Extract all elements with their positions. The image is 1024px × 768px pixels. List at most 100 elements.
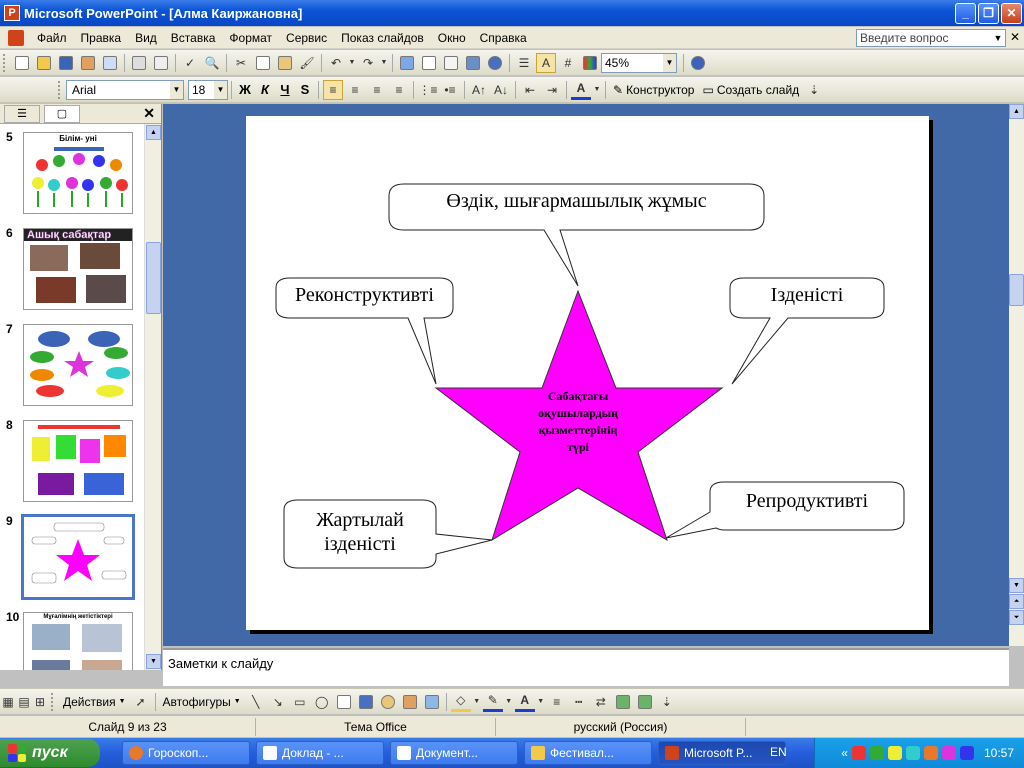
tab-outline[interactable]: ☰ — [4, 104, 40, 123]
chevron-down-icon[interactable]: ▼ — [991, 30, 1005, 46]
3d-style-icon[interactable] — [635, 692, 655, 712]
cut-icon[interactable]: ✂ — [231, 53, 251, 73]
redo-icon[interactable]: ↷ — [358, 53, 378, 73]
font-color-icon[interactable]: A — [514, 692, 535, 712]
redo-dropdown-icon[interactable]: ▼ — [380, 53, 388, 73]
bold-button[interactable]: Ж — [235, 82, 255, 97]
save-icon[interactable] — [56, 53, 76, 73]
next-slide-icon[interactable]: ⏷ — [1009, 610, 1024, 625]
align-right-icon[interactable]: ≡ — [367, 80, 387, 100]
oval-icon[interactable]: ◯ — [312, 692, 332, 712]
arrow-style-icon[interactable]: ⇄ — [591, 692, 611, 712]
open-icon[interactable] — [34, 53, 54, 73]
help-icon[interactable] — [688, 53, 708, 73]
previous-slide-icon[interactable]: ⏶ — [1009, 594, 1024, 609]
insert-diagram-icon[interactable] — [463, 53, 483, 73]
chevron-down-icon[interactable]: ▼ — [170, 80, 183, 99]
dash-style-icon[interactable]: ┅ — [569, 692, 589, 712]
select-objects-icon[interactable]: ➚ — [131, 692, 151, 712]
menu-view[interactable]: Вид — [128, 27, 164, 49]
decrease-font-icon[interactable]: A↓ — [491, 80, 511, 100]
font-color-icon[interactable]: A — [571, 80, 591, 100]
tray-app-icon[interactable] — [905, 746, 920, 760]
chevron-down-icon[interactable]: ▼ — [663, 53, 676, 72]
color-grayscale-icon[interactable] — [580, 53, 600, 73]
font-select[interactable]: Arial ▼ — [66, 79, 184, 100]
scroll-down-icon[interactable]: ▼ — [146, 654, 161, 669]
thumbnail-slide-7[interactable]: 7 — [0, 316, 144, 408]
toolbar-grip[interactable] — [58, 80, 62, 99]
menu-file[interactable]: Файл — [30, 27, 74, 49]
underline-button[interactable]: Ч — [275, 82, 295, 97]
numbering-icon[interactable]: ⋮≡ — [418, 80, 438, 100]
taskbar-item-word-doc2[interactable]: Документ... — [390, 741, 518, 765]
current-slide[interactable]: Өздік, шығармашылық жұмыс Реконструктивт… — [246, 116, 929, 630]
align-center-icon[interactable]: ≡ — [345, 80, 365, 100]
line-icon[interactable]: ╲ — [246, 692, 266, 712]
tray-app-icon[interactable] — [959, 746, 974, 760]
rectangle-icon[interactable]: ▭ — [290, 692, 310, 712]
menu-slideshow[interactable]: Показ слайдов — [334, 27, 431, 49]
bullets-icon[interactable]: •≡ — [440, 80, 460, 100]
font-color-dropdown-icon[interactable]: ▼ — [537, 692, 545, 712]
thumbnails-scrollbar[interactable]: ▲ ▼ — [144, 124, 161, 670]
font-color-dropdown-icon[interactable]: ▼ — [593, 80, 601, 100]
fill-color-dropdown-icon[interactable]: ▼ — [473, 692, 481, 712]
increase-font-icon[interactable]: A↑ — [469, 80, 489, 100]
picture-icon[interactable] — [422, 692, 442, 712]
close-document-icon[interactable]: ✕ — [1010, 30, 1020, 44]
menu-insert[interactable]: Вставка — [164, 27, 223, 49]
minimize-button[interactable]: _ — [955, 2, 976, 24]
scroll-thumb[interactable] — [146, 242, 161, 314]
menu-help[interactable]: Справка — [473, 27, 534, 49]
thumbnail-slide-8[interactable]: 8 — [0, 412, 144, 504]
help-question-input[interactable]: Введите вопрос ▼ — [856, 29, 1006, 47]
arrow-icon[interactable]: ↘ — [268, 692, 288, 712]
zoom-box[interactable]: 45% ▼ — [601, 52, 677, 73]
font-size-select[interactable]: 18 ▼ — [188, 79, 228, 100]
show-grid-icon[interactable]: # — [558, 53, 578, 73]
menu-tools[interactable]: Сервис — [279, 27, 334, 49]
tables-borders-icon[interactable] — [441, 53, 461, 73]
wordart-icon[interactable] — [356, 692, 376, 712]
thumbnail-slide-6[interactable]: 6 Ашық сабақтар — [0, 220, 144, 312]
scroll-down-icon[interactable]: ▼ — [1009, 578, 1024, 593]
show-formatting-icon[interactable]: A — [536, 52, 556, 73]
justify-icon[interactable]: ≡ — [389, 80, 409, 100]
menu-window[interactable]: Окно — [431, 27, 473, 49]
insert-table-icon[interactable] — [419, 53, 439, 73]
notes-pane[interactable]: Заметки к слайду — [163, 648, 1009, 686]
clock[interactable]: 10:57 — [984, 746, 1014, 760]
toolbar-grip[interactable] — [51, 692, 55, 711]
new-slide-button[interactable]: ▭ Создать слайд — [698, 83, 803, 97]
shadow-style-icon[interactable] — [613, 692, 633, 712]
hyperlink-icon[interactable] — [485, 53, 505, 73]
undo-icon[interactable]: ↶ — [326, 53, 346, 73]
tray-app-icon[interactable] — [869, 746, 884, 760]
tray-expand-icon[interactable]: « — [841, 746, 848, 760]
diagram-icon[interactable] — [378, 692, 398, 712]
start-button[interactable]: пуск — [0, 739, 100, 767]
powerpoint-app-icon[interactable]: P — [4, 5, 20, 21]
scroll-up-icon[interactable]: ▲ — [1009, 104, 1024, 119]
language-indicator[interactable]: EN — [770, 745, 787, 759]
chevron-down-icon[interactable]: ▼ — [214, 80, 227, 99]
increase-indent-icon[interactable]: ⇥ — [542, 80, 562, 100]
autoshapes-menu-button[interactable]: Автофигуры ▼ — [159, 695, 245, 709]
toolbar-options-icon[interactable]: ⇣ — [657, 692, 677, 712]
scroll-thumb[interactable] — [1009, 274, 1024, 306]
print-preview-icon[interactable] — [151, 53, 171, 73]
insert-chart-icon[interactable] — [397, 53, 417, 73]
format-painter-icon[interactable]: 🖌 — [297, 53, 317, 73]
menu-edit[interactable]: Правка — [74, 27, 129, 49]
new-icon[interactable] — [12, 53, 32, 73]
menu-format[interactable]: Формат — [222, 27, 279, 49]
textbox-icon[interactable] — [334, 692, 354, 712]
paste-icon[interactable] — [275, 53, 295, 73]
normal-view-icon[interactable]: ▦ — [1, 692, 15, 712]
expand-all-icon[interactable]: ☰ — [514, 53, 534, 73]
email-icon[interactable] — [100, 53, 120, 73]
tray-app-icon[interactable] — [941, 746, 956, 760]
close-button[interactable]: ✕ — [1001, 2, 1022, 24]
tray-app-icon[interactable] — [851, 746, 866, 760]
